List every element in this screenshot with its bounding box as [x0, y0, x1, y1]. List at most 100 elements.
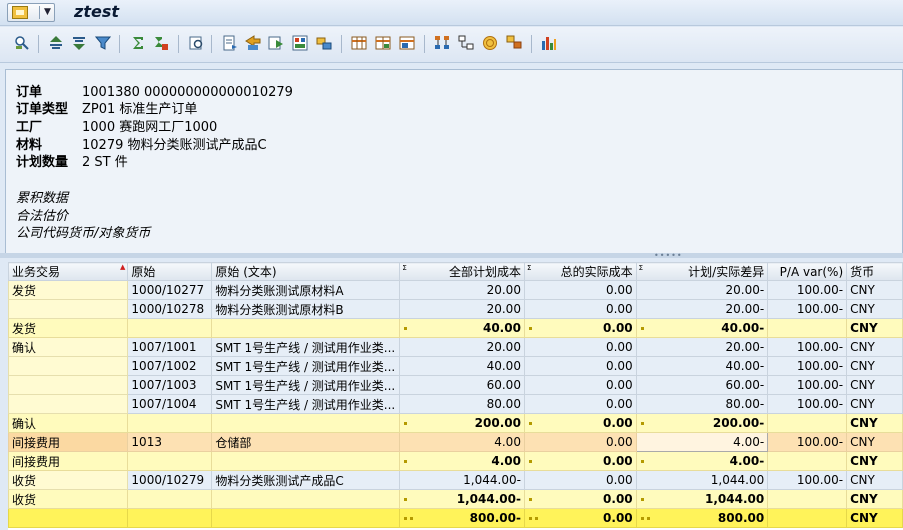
cell-origin[interactable]: 1000/10279	[127, 470, 213, 490]
cell-origin[interactable]: 1007/1002	[127, 356, 213, 376]
column-header-plan-cost[interactable]: Σ 全部计划成本	[399, 262, 525, 281]
cell-actual-cost[interactable]: 0.00	[523, 356, 637, 376]
cell-currency[interactable]: CNY	[846, 470, 903, 490]
bar-chart-icon[interactable]	[541, 35, 557, 51]
hierarchy-icon[interactable]	[434, 35, 450, 51]
details-icon[interactable]	[14, 35, 30, 51]
cell-actual-cost[interactable]: 0.00	[523, 394, 637, 414]
cell-transaction[interactable]: 发货	[8, 318, 129, 338]
table-row[interactable]: 收货 1000/10279 物料分类账测试产成品C 1,044.00- 0.00 1,04…	[8, 470, 903, 490]
cell-variance[interactable]: 1,044.00	[635, 489, 769, 509]
column-header-origin-text[interactable]: 原始 (文本)	[211, 262, 401, 281]
cell-plan-cost[interactable]: 40.00	[399, 356, 525, 376]
print-preview-icon[interactable]	[188, 35, 204, 51]
cell-origin[interactable]	[127, 318, 213, 338]
download-icon[interactable]	[268, 35, 284, 51]
cell-variance[interactable]: 20.00-	[635, 337, 769, 357]
table-row[interactable]: 确认 1007/1001 SMT 1号生产线 / 测试用作业类... 20.00 0.0…	[8, 337, 903, 357]
cell-origin-text[interactable]: SMT 1号生产线 / 测试用作业类...	[211, 394, 401, 414]
cell-currency[interactable]: CNY	[846, 299, 903, 319]
cell-variance[interactable]: 200.00-	[635, 413, 769, 433]
network-icon[interactable]	[316, 35, 332, 51]
cell-variance[interactable]: 4.00-	[635, 451, 769, 471]
cell-pa-var[interactable]	[767, 508, 848, 528]
cell-actual-cost[interactable]: 0.00	[523, 299, 637, 319]
cell-plan-cost[interactable]: 1,044.00-	[399, 489, 525, 509]
sum-icon[interactable]	[130, 35, 146, 51]
cell-plan-cost[interactable]: 60.00	[399, 375, 525, 395]
column-header-variance[interactable]: Σ 计划/实际差异	[635, 262, 769, 281]
subtotal-row[interactable]: 收货 1,044.00- 0.00 1,044.00 CNY	[8, 489, 903, 509]
cell-actual-cost[interactable]: 0.00	[523, 432, 637, 452]
cell-plan-cost[interactable]: 1,044.00-	[399, 470, 525, 490]
table-row[interactable]: 1007/1003 SMT 1号生产线 / 测试用作业类... 60.00 0.00 6…	[8, 375, 903, 395]
cell-origin[interactable]: 1007/1003	[127, 375, 213, 395]
cell-currency[interactable]: CNY	[846, 337, 903, 357]
cell-origin[interactable]	[127, 489, 213, 509]
cell-plan-cost[interactable]: 40.00	[399, 318, 525, 338]
cell-currency[interactable]: CNY	[846, 394, 903, 414]
cell-variance[interactable]: 40.00-	[635, 318, 769, 338]
currency-icon[interactable]	[482, 35, 498, 51]
cell-transaction[interactable]	[8, 508, 129, 528]
cell-origin-text[interactable]	[211, 489, 401, 509]
cell-variance[interactable]: 1,044.00	[635, 470, 769, 490]
abc-icon[interactable]	[292, 35, 308, 51]
cell-pa-var[interactable]: 100.00-	[767, 299, 848, 319]
cell-actual-cost[interactable]: 0.00	[523, 413, 637, 433]
cell-origin-text[interactable]: 物料分类账测试产成品C	[211, 470, 401, 490]
column-header-actual-cost[interactable]: Σ 总的实际成本	[523, 262, 637, 281]
cell-origin-text[interactable]: SMT 1号生产线 / 测试用作业类...	[211, 356, 401, 376]
cell-transaction[interactable]: 收货	[8, 489, 129, 509]
cell-currency[interactable]: CNY	[846, 451, 903, 471]
cell-actual-cost[interactable]: 0.00	[523, 280, 637, 300]
cell-transaction[interactable]	[8, 394, 129, 414]
cell-origin[interactable]	[127, 508, 213, 528]
cell-currency[interactable]: CNY	[846, 280, 903, 300]
save-layout-icon[interactable]	[399, 35, 415, 51]
system-menu-button[interactable]: ▼	[7, 3, 55, 22]
cell-variance[interactable]: 40.00-	[635, 356, 769, 376]
cell-plan-cost[interactable]: 4.00	[399, 432, 525, 452]
cell-currency[interactable]: CNY	[846, 489, 903, 509]
cell-transaction[interactable]: 确认	[8, 413, 129, 433]
cell-actual-cost[interactable]: 0.00	[523, 318, 637, 338]
cell-variance[interactable]: 60.00-	[635, 375, 769, 395]
cell-currency[interactable]: CNY	[846, 508, 903, 528]
cell-origin[interactable]: 1000/10277	[127, 280, 213, 300]
cell-origin-text[interactable]: 仓储部	[211, 432, 401, 452]
column-header-origin[interactable]: 原始	[127, 262, 213, 281]
cell-transaction[interactable]	[8, 299, 129, 319]
subtotal-row[interactable]: 发货 40.00 0.00 40.00- CNY	[8, 318, 903, 338]
cell-pa-var[interactable]: 100.00-	[767, 470, 848, 490]
table-row[interactable]: 1000/10278 物料分类账测试原材料B 20.00 0.00 20.00- 100.…	[8, 299, 903, 319]
cell-origin[interactable]: 1000/10278	[127, 299, 213, 319]
splitter[interactable]	[0, 253, 903, 258]
export-icon[interactable]	[222, 35, 238, 51]
cell-pa-var[interactable]	[767, 413, 848, 433]
cell-origin[interactable]: 1013	[127, 432, 213, 452]
column-header-pa-var[interactable]: P/A var(%)	[767, 262, 848, 281]
table-row[interactable]: 1007/1002 SMT 1号生产线 / 测试用作业类... 40.00 0.00 4…	[8, 356, 903, 376]
cell-plan-cost[interactable]: 800.00-	[399, 508, 525, 528]
cell-plan-cost[interactable]: 200.00	[399, 413, 525, 433]
cell-pa-var[interactable]: 100.00-	[767, 375, 848, 395]
cell-pa-var[interactable]	[767, 318, 848, 338]
cell-origin-text[interactable]	[211, 318, 401, 338]
cell-pa-var[interactable]	[767, 489, 848, 509]
cell-variance[interactable]: 20.00-	[635, 299, 769, 319]
subtotal-row[interactable]: 间接费用 4.00 0.00 4.00- CNY	[8, 451, 903, 471]
sort-ascending-icon[interactable]	[48, 35, 64, 51]
cell-variance[interactable]: 800.00	[635, 508, 769, 528]
choose-layout-icon[interactable]	[351, 35, 367, 51]
cell-origin-text[interactable]	[211, 413, 401, 433]
cell-actual-cost[interactable]: 0.00	[523, 470, 637, 490]
cell-transaction[interactable]: 收货	[8, 470, 129, 490]
cell-transaction[interactable]: 发货	[8, 280, 129, 300]
cell-pa-var[interactable]: 100.00-	[767, 280, 848, 300]
cell-variance[interactable]: 80.00-	[635, 394, 769, 414]
filter-icon[interactable]	[95, 35, 111, 51]
cell-plan-cost[interactable]: 20.00	[399, 280, 525, 300]
cell-origin-text[interactable]: 物料分类账测试原材料A	[211, 280, 401, 300]
cell-origin-text[interactable]: SMT 1号生产线 / 测试用作业类...	[211, 337, 401, 357]
